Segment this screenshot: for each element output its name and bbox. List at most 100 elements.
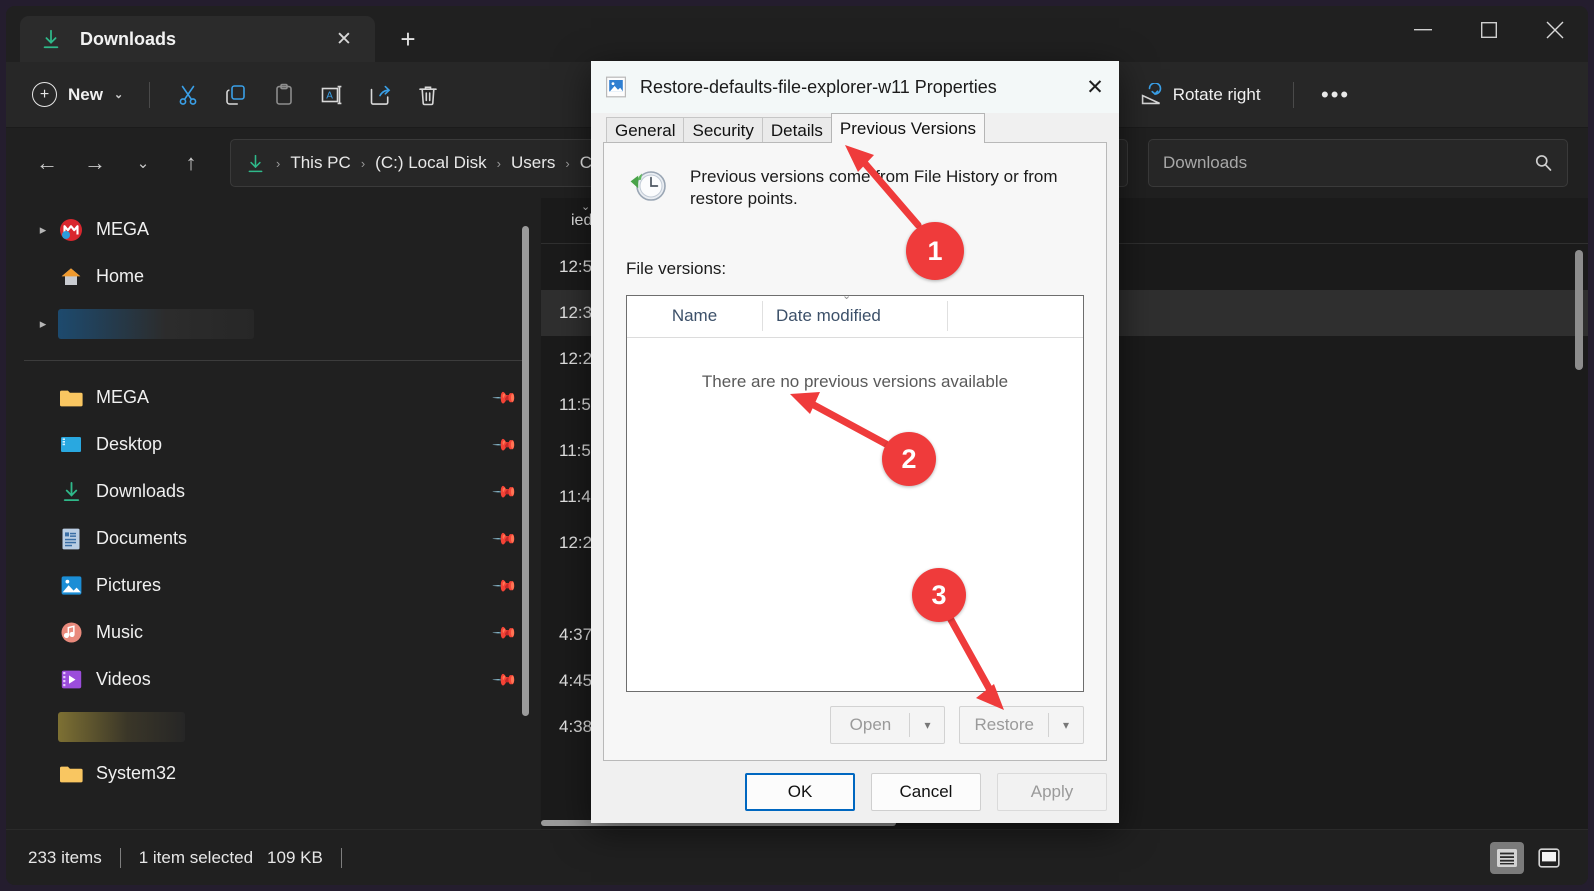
listbox-header: Name ⌄ Date modified: [627, 296, 1083, 338]
dialog-close-icon[interactable]: ✕: [1071, 61, 1119, 113]
dialog-title-bar: Restore-defaults-file-explorer-w11 Prope…: [591, 61, 1119, 113]
folder-icon: [58, 385, 84, 411]
breadcrumb-item-1[interactable]: (C:) Local Disk: [375, 153, 486, 173]
pin-icon-downloads[interactable]: 📌: [491, 477, 519, 505]
screen: Downloads ✕ + + New ⌄: [0, 0, 1594, 891]
sort-caret-icon: ⌄: [581, 200, 590, 213]
pin-icon-pictures[interactable]: 📌: [491, 571, 519, 599]
breadcrumb-item-0[interactable]: This PC: [290, 153, 350, 173]
apply-button[interactable]: Apply: [997, 773, 1107, 811]
listbox-actions: Open ▾ Restore ▾: [626, 706, 1084, 744]
tab-details[interactable]: Details: [762, 117, 832, 143]
breadcrumb-sep-3: ›: [559, 156, 575, 171]
new-button[interactable]: + New ⌄: [24, 75, 135, 115]
cut-button[interactable]: [164, 73, 212, 117]
recent-locations-button[interactable]: ⌄: [122, 142, 164, 184]
nav-divider: [24, 360, 523, 361]
forward-button[interactable]: →: [74, 142, 116, 184]
cancel-button[interactable]: Cancel: [871, 773, 981, 811]
sidebar-item-documents[interactable]: Documents 📌: [14, 515, 533, 562]
restore-button[interactable]: Restore: [960, 707, 1048, 743]
file-versions-listbox[interactable]: Name ⌄ Date modified There are no previo…: [626, 295, 1084, 692]
sidebar-label-home: Home: [96, 266, 515, 287]
search-placeholder: Downloads: [1163, 153, 1533, 173]
sidebar-item-mega-cloud[interactable]: ▸ MEGA: [14, 206, 533, 253]
restore-split-button[interactable]: Restore ▾: [959, 706, 1084, 744]
paste-button[interactable]: [260, 73, 308, 117]
sidebar-item-redacted-folder[interactable]: [14, 703, 533, 750]
close-button[interactable]: [1522, 6, 1588, 54]
dialog-footer: OK Cancel Apply: [591, 761, 1119, 823]
maximize-button[interactable]: [1456, 6, 1522, 54]
sidebar-item-home[interactable]: Home: [14, 253, 533, 300]
copy-button[interactable]: [212, 73, 260, 117]
ok-button[interactable]: OK: [745, 773, 855, 811]
sidebar-item-pictures[interactable]: Pictures 📌: [14, 562, 533, 609]
minimize-button[interactable]: [1390, 6, 1456, 54]
sidebar-item-redacted-user[interactable]: ▸: [14, 300, 533, 347]
listbox-column-date-modified[interactable]: ⌄ Date modified: [762, 295, 947, 337]
tab-previous-versions[interactable]: Previous Versions: [831, 113, 985, 143]
chevron-right-icon-2[interactable]: ▸: [28, 316, 58, 332]
listbox-column-blank[interactable]: [947, 295, 1083, 337]
breadcrumb-sep-0: ›: [270, 156, 286, 171]
tiles-view-icon[interactable]: [1532, 842, 1566, 874]
sidebar-label-documents: Documents: [96, 528, 495, 549]
delete-button[interactable]: [404, 73, 452, 117]
previous-versions-panel: Previous versions come from File History…: [603, 142, 1107, 761]
file-list-vertical-scrollbar[interactable]: [1575, 250, 1583, 370]
nav-tree: ▸ MEGA: [6, 198, 541, 797]
sidebar-item-videos[interactable]: Videos 📌: [14, 656, 533, 703]
dialog-tabs: General Security Details Previous Versio…: [603, 113, 1107, 143]
pin-icon-documents[interactable]: 📌: [491, 524, 519, 552]
search-icon[interactable]: [1533, 153, 1553, 173]
restore-dropdown-arrow-icon[interactable]: ▾: [1049, 707, 1083, 743]
dialog-body: General Security Details Previous Versio…: [591, 113, 1119, 761]
open-button[interactable]: Open: [831, 707, 909, 743]
tab-general[interactable]: General: [606, 117, 684, 143]
pictures-icon: [58, 573, 84, 599]
breadcrumb-sep-1: ›: [355, 156, 371, 171]
sidebar-item-mega-folder[interactable]: MEGA 📌: [14, 374, 533, 421]
tab-security[interactable]: Security: [683, 117, 762, 143]
sidebar-scrollbar[interactable]: [522, 226, 529, 716]
listbox-col-separator-2: [947, 301, 948, 331]
window-controls: [1390, 6, 1588, 54]
view-toggles: [1490, 842, 1566, 874]
rotate-right-button[interactable]: Rotate right: [1125, 73, 1275, 117]
sidebar-item-music[interactable]: Music 📌: [14, 609, 533, 656]
open-dropdown-arrow-icon[interactable]: ▾: [910, 707, 944, 743]
redacted-label: [58, 309, 254, 339]
mega-cloud-icon: [58, 217, 84, 243]
search-input[interactable]: Downloads: [1148, 139, 1568, 187]
sidebar-item-downloads[interactable]: Downloads 📌: [14, 468, 533, 515]
listbox-column-label-name: Name: [672, 306, 717, 326]
more-options-button[interactable]: •••: [1312, 73, 1360, 117]
listbox-column-label-date: Date modified: [776, 306, 881, 326]
details-view-icon[interactable]: [1490, 842, 1524, 874]
new-tab-button[interactable]: +: [385, 16, 431, 62]
music-icon: [58, 620, 84, 646]
pin-icon-videos[interactable]: 📌: [491, 665, 519, 693]
listbox-column-name[interactable]: Name: [627, 295, 762, 337]
pin-icon-music[interactable]: 📌: [491, 618, 519, 646]
back-button[interactable]: ←: [26, 142, 68, 184]
chevron-right-icon[interactable]: ▸: [28, 222, 58, 238]
breadcrumb-sep-2: ›: [491, 156, 507, 171]
pin-icon[interactable]: 📌: [491, 383, 519, 411]
up-button[interactable]: ↑: [170, 142, 212, 184]
annotation-badge-1-label: 1: [927, 236, 942, 267]
desktop-icon: [58, 432, 84, 458]
sidebar-item-system32[interactable]: System32: [14, 750, 533, 797]
breadcrumb-item-2[interactable]: Users: [511, 153, 555, 173]
redacted-label-2: [58, 712, 185, 742]
status-selection-size: 109 KB: [267, 848, 323, 868]
tab-close-icon[interactable]: ✕: [327, 22, 361, 56]
pin-icon-desktop[interactable]: 📌: [491, 430, 519, 458]
rename-button[interactable]: A: [308, 73, 356, 117]
listbox-col-separator-1: [762, 301, 763, 331]
share-button[interactable]: [356, 73, 404, 117]
open-split-button[interactable]: Open ▾: [830, 706, 945, 744]
tab-downloads[interactable]: Downloads ✕: [20, 16, 375, 62]
sidebar-item-desktop[interactable]: Desktop 📌: [14, 421, 533, 468]
